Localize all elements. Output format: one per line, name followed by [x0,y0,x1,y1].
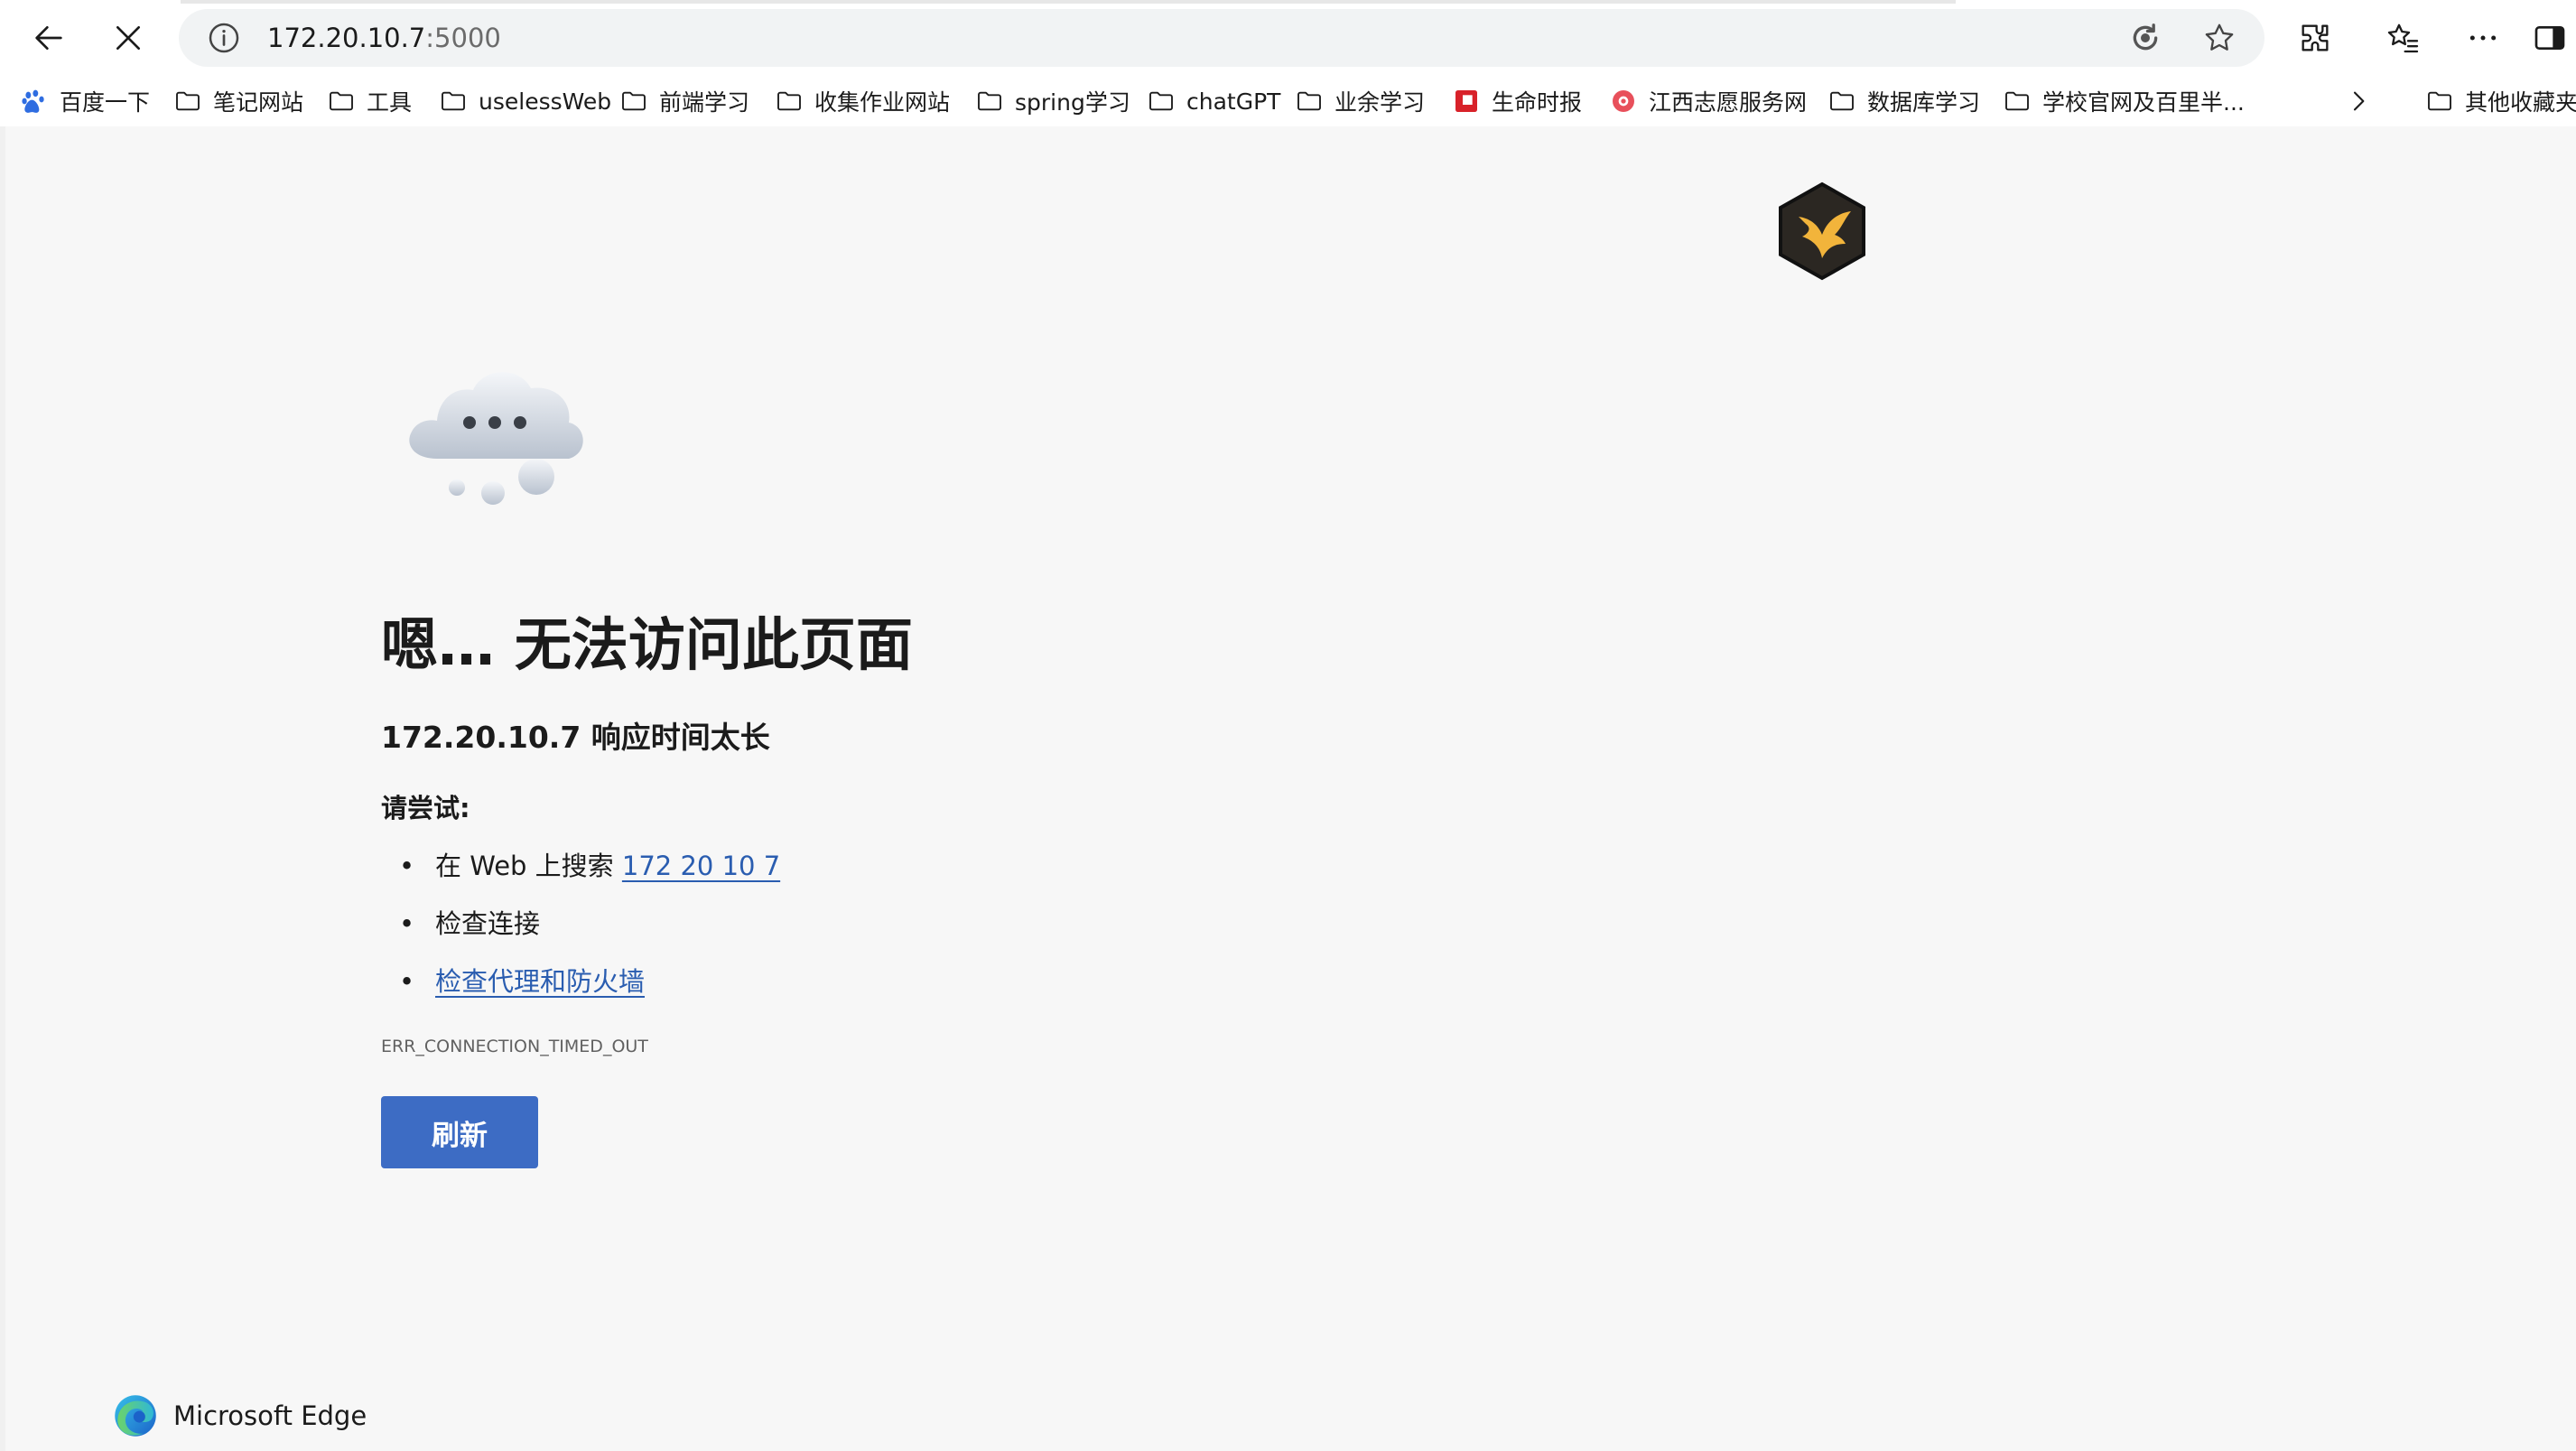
check-connection-text: 检查连接 [435,908,541,939]
folder-icon [330,91,353,111]
edge-branding: Microsoft Edge [112,1392,367,1439]
red-circle-icon [1613,90,1634,112]
bookmark-label: 业余学习 [1334,89,1426,116]
bookmark-folder-homework[interactable]: 收集作业网站 [775,76,950,126]
url-host: 172.20.10.7 [267,23,426,53]
bookmark-label: 生命时报 [1492,89,1583,116]
bookmark-jiangxi-volunteer[interactable]: 江西志愿服务网 [1609,76,1807,126]
brand-name: Microsoft Edge [173,1400,367,1431]
favorites-icon [2387,23,2419,53]
favorites-button[interactable] [2375,9,2432,67]
info-icon[interactable] [206,20,242,56]
bookmark-folder-frontend[interactable]: 前端学习 [619,76,749,126]
bookmark-label: uselessWeb [479,88,612,115]
bookmark-other-favorites[interactable]: 其他收藏夹 [2425,76,2576,126]
list-item: 检查连接 [381,903,780,961]
search-web-link[interactable]: 172 20 10 7 [622,851,780,881]
bookmark-label: 百度一下 [60,89,151,116]
bookmark-label: 学校官网及百里半... [2042,89,2245,116]
bookmark-label: 江西志愿服务网 [1649,89,1808,116]
more-button[interactable] [2454,9,2512,67]
bird-extension-icon[interactable] [1775,181,1869,282]
check-proxy-firewall-link[interactable]: 检查代理和防火墙 [435,966,645,997]
browser-toolbar: 172.20.10.7:5000 [0,0,2576,76]
bookmark-label: 笔记网站 [213,89,304,116]
bookmark-folder-school[interactable]: 学校官网及百里半... [2003,76,2245,126]
bookmark-folder-database[interactable]: 数据库学习 [1827,76,1980,126]
baidu-icon [22,89,44,113]
bookmark-label: spring学习 [1015,89,1130,116]
bookmarks-bar: 百度一下 笔记网站 工具 uselessWeb 前端学习 收集作业网站 spri… [0,76,2576,126]
folder-icon [622,91,646,111]
loading-indicator [181,0,1956,4]
stop-loading-button[interactable] [99,9,157,67]
folder-icon [1149,91,1173,111]
close-icon [116,26,140,51]
refresh-button[interactable]: 刷新 [381,1096,538,1168]
folder-icon [442,91,465,111]
suggestions-list: 在 Web 上搜索 172 20 10 7 检查连接 检查代理和防火墙 [381,845,780,1018]
bookmark-baidu[interactable]: 百度一下 [20,76,150,126]
bookmark-label: chatGPT [1186,88,1281,115]
error-title: 嗯… 无法访问此页面 [381,612,913,678]
error-code: ERR_CONNECTION_TIMED_OUT [381,1037,648,1056]
extensions-icon [2302,24,2329,51]
url-text[interactable]: 172.20.10.7:5000 [267,9,501,67]
arrow-left-icon [35,26,62,51]
folder-icon [978,91,1001,111]
star-icon[interactable] [2201,20,2237,56]
bookmark-folder-spring[interactable]: spring学习 [975,76,1130,126]
bookmark-folder-hobby[interactable]: 业余学习 [1295,76,1425,126]
bookmark-folder-tools[interactable]: 工具 [327,76,412,126]
folder-icon [777,91,801,111]
bookmark-folder-uselessweb[interactable]: uselessWeb [439,76,611,126]
cloud-thinking-icon [409,372,583,505]
sidebar-button[interactable] [2528,9,2571,67]
search-web-text: 在 Web 上搜索 [435,851,622,881]
folder-icon [1297,91,1321,111]
address-bar[interactable]: 172.20.10.7:5000 [179,9,2264,67]
sidebar-icon [2534,26,2565,50]
list-item: 在 Web 上搜索 172 20 10 7 [381,845,780,903]
folder-icon [2428,91,2451,111]
edge-refresh-icon[interactable] [2127,20,2163,56]
bookmark-folder-notes[interactable]: 笔记网站 [173,76,303,126]
bookmark-lifetimes[interactable]: 生命时报 [1452,76,1582,126]
folder-icon [1830,91,1854,111]
red-square-icon [1455,90,1477,112]
bookmark-label: 其他收藏夹 [2465,89,2576,116]
bookmark-label: 数据库学习 [1867,89,1981,116]
url-port: :5000 [425,23,501,53]
edge-logo-icon [115,1395,156,1437]
folder-icon [176,91,200,111]
bookmarks-overflow-button[interactable] [2344,76,2373,126]
bookmark-folder-chatgpt[interactable]: chatGPT [1147,76,1280,126]
back-button[interactable] [20,9,78,67]
bookmark-label: 工具 [367,89,413,116]
more-icon [2469,35,2497,41]
list-item: 检查代理和防火墙 [381,961,780,1018]
folder-icon [2005,91,2029,111]
extensions-button[interactable] [2286,9,2344,67]
try-label: 请尝试: [381,793,470,823]
error-subtitle: 172.20.10.7 响应时间太长 [381,720,770,755]
bookmark-label: 前端学习 [659,89,750,116]
chevron-right-icon [2353,91,2365,111]
bookmark-label: 收集作业网站 [814,89,951,116]
